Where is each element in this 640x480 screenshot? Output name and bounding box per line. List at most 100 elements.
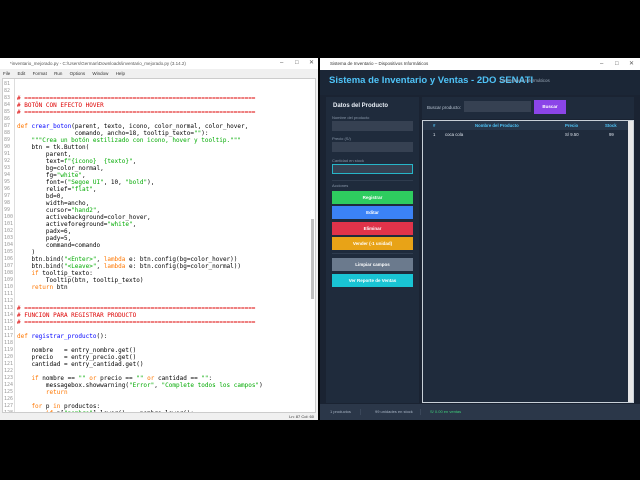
code-line[interactable]: pady=5, — [17, 235, 71, 242]
code-token: padx=6, — [17, 228, 72, 235]
close-button[interactable]: ✕ — [309, 58, 314, 69]
sales-report-button[interactable]: Ver Reporte de Ventas — [332, 274, 413, 287]
code-line[interactable]: text=f"{icono} {texto}", — [17, 158, 136, 165]
stock-input[interactable] — [332, 164, 413, 174]
code-line[interactable]: # ======================================… — [17, 319, 255, 326]
code-line[interactable]: padx=6, — [17, 228, 71, 235]
line-number: 89 — [4, 137, 11, 143]
code-line[interactable]: comando, ancho=18, tooltip_texto=""): — [17, 130, 209, 137]
line-number: 104 — [4, 242, 14, 248]
code-token: width=ancho, — [17, 200, 90, 207]
code-line[interactable]: # ======================================… — [17, 95, 255, 102]
code-token: or — [143, 375, 155, 382]
code-token: (): — [96, 333, 108, 340]
code-line[interactable]: btn = tk.Button( — [17, 144, 89, 151]
line-number: 83 — [4, 95, 11, 101]
code-line[interactable]: # ======================================… — [17, 109, 255, 116]
sell-button[interactable]: Vender (-1 unidad) — [332, 237, 413, 250]
line-number: 108 — [4, 270, 14, 276]
code-line[interactable]: bd=0, — [17, 193, 64, 200]
code-line[interactable]: return btn — [17, 284, 67, 291]
code-token: bd=0, — [17, 193, 64, 200]
code-line[interactable]: font=("Segoe UI", 10, "bold"), — [17, 179, 154, 186]
line-number: 95 — [4, 179, 11, 185]
code-token: return — [17, 284, 54, 291]
line-number: 94 — [4, 172, 11, 178]
line-number: 85 — [4, 109, 11, 115]
clear-fields-button[interactable]: Limpiar campos — [332, 258, 413, 271]
code-line[interactable]: def crear_boton(parent, texto, icono, co… — [17, 123, 248, 130]
code-line[interactable]: # BOTÓN CON EFECTO HOVER — [17, 102, 104, 109]
app-minimize-button[interactable]: – — [600, 58, 603, 70]
app-maximize-button[interactable]: □ — [615, 58, 619, 70]
code-line[interactable]: btn.bind("<Enter>", lambda e: btn.config… — [17, 256, 237, 263]
code-line[interactable]: Tooltip(btn, tooltip_texto) — [17, 277, 144, 284]
price-label: Precio (S/) — [332, 136, 351, 141]
code-token: f"{icono} {texto}" — [63, 158, 133, 165]
price-input[interactable] — [332, 142, 413, 152]
column-header-price[interactable]: Precio — [565, 121, 578, 130]
code-line[interactable]: cursor="hand2", — [17, 207, 100, 214]
code-line[interactable]: activeforeground="white", — [17, 221, 136, 228]
menu-run[interactable]: Run — [54, 71, 62, 76]
code-token: , — [132, 221, 137, 228]
app-status-bar: 1 productos 99 unidades en stock S/ 0.00… — [320, 404, 640, 420]
column-header-number[interactable]: # — [433, 121, 435, 130]
app-close-button[interactable]: ✕ — [629, 58, 634, 70]
code-token: "white" — [107, 221, 133, 228]
line-number: 124 — [4, 382, 14, 388]
code-token: def — [17, 333, 32, 340]
menu-file[interactable]: File — [3, 71, 10, 76]
code-token: relief= — [17, 186, 72, 193]
code-token: return — [17, 389, 68, 396]
menu-window[interactable]: Window — [92, 71, 108, 76]
minimize-button[interactable]: – — [280, 58, 283, 69]
code-line[interactable]: nombre = entry_nombre.get() — [17, 347, 136, 354]
column-header-stock[interactable]: Stock — [605, 121, 617, 130]
code-line[interactable]: bg=color_normal, — [17, 165, 104, 172]
menu-options[interactable]: Options — [70, 71, 86, 76]
code-line[interactable]: """Crea un botón estilizado con icono, h… — [17, 137, 241, 144]
vertical-scrollbar[interactable] — [311, 219, 314, 299]
code-line[interactable]: activebackground=color_hover, — [17, 214, 151, 221]
menu-format[interactable]: Format — [33, 71, 47, 76]
table-scrollbar[interactable] — [628, 121, 633, 402]
code-line[interactable]: relief="flat", — [17, 186, 97, 193]
maximize-button[interactable]: □ — [295, 58, 299, 69]
code-line[interactable]: # ======================================… — [17, 305, 255, 312]
code-line[interactable]: parent, — [17, 151, 71, 158]
code-token: or — [85, 375, 97, 382]
code-line[interactable]: precio = entry_precio.get() — [17, 354, 136, 361]
line-number: 86 — [4, 116, 11, 122]
code-line[interactable]: btn.bind("<Leave>", lambda e: btn.config… — [17, 263, 241, 270]
code-line[interactable]: cantidad = entry_cantidad.get() — [17, 361, 143, 368]
code-line[interactable]: # FUNCION PARA REGISTRAR PRODUCTO — [17, 312, 136, 319]
line-number: 114 — [4, 312, 14, 318]
search-input[interactable] — [464, 101, 531, 112]
code-line[interactable]: def registrar_producto(): — [17, 333, 107, 340]
menu-help[interactable]: Help — [116, 71, 125, 76]
menu-edit[interactable]: Edit — [18, 71, 26, 76]
code-line[interactable]: width=ancho, — [17, 200, 89, 207]
edit-button[interactable]: Editar — [332, 206, 413, 219]
code-line[interactable]: if tooltip_texto: — [17, 270, 92, 277]
code-line[interactable]: if nombre == "" or precio == "" or canti… — [17, 375, 212, 382]
code-line[interactable]: command=comando — [17, 242, 100, 249]
delete-button[interactable]: Eliminar — [332, 222, 413, 235]
code-token: Tooltip(btn, tooltip_texto) — [17, 277, 144, 284]
code-line[interactable]: for p in productos: — [17, 403, 100, 410]
code-line[interactable]: fg="white", — [17, 172, 86, 179]
code-line[interactable]: return — [17, 389, 68, 396]
code-token: font=( — [17, 179, 68, 186]
code-line[interactable]: ) — [17, 249, 35, 256]
register-button[interactable]: Registrar — [332, 191, 413, 204]
code-line[interactable]: messagebox.showwarning("Error", "Complet… — [17, 382, 263, 389]
code-editor[interactable]: 81 82 83 84 85 86 87 88 89 90 91 92 93 94 95 96 97 98 99 10… — [2, 78, 316, 413]
code-token: """Crea un botón estilizado con icono, h… — [17, 137, 241, 144]
name-input[interactable] — [332, 121, 413, 131]
search-button[interactable]: Buscar — [534, 100, 566, 114]
column-header-name[interactable]: Nombre del Producto — [475, 121, 519, 130]
search-label: Buscar producto: — [427, 105, 462, 110]
code-token: bg=color_normal, — [17, 165, 104, 172]
line-number: 112 — [4, 298, 14, 304]
